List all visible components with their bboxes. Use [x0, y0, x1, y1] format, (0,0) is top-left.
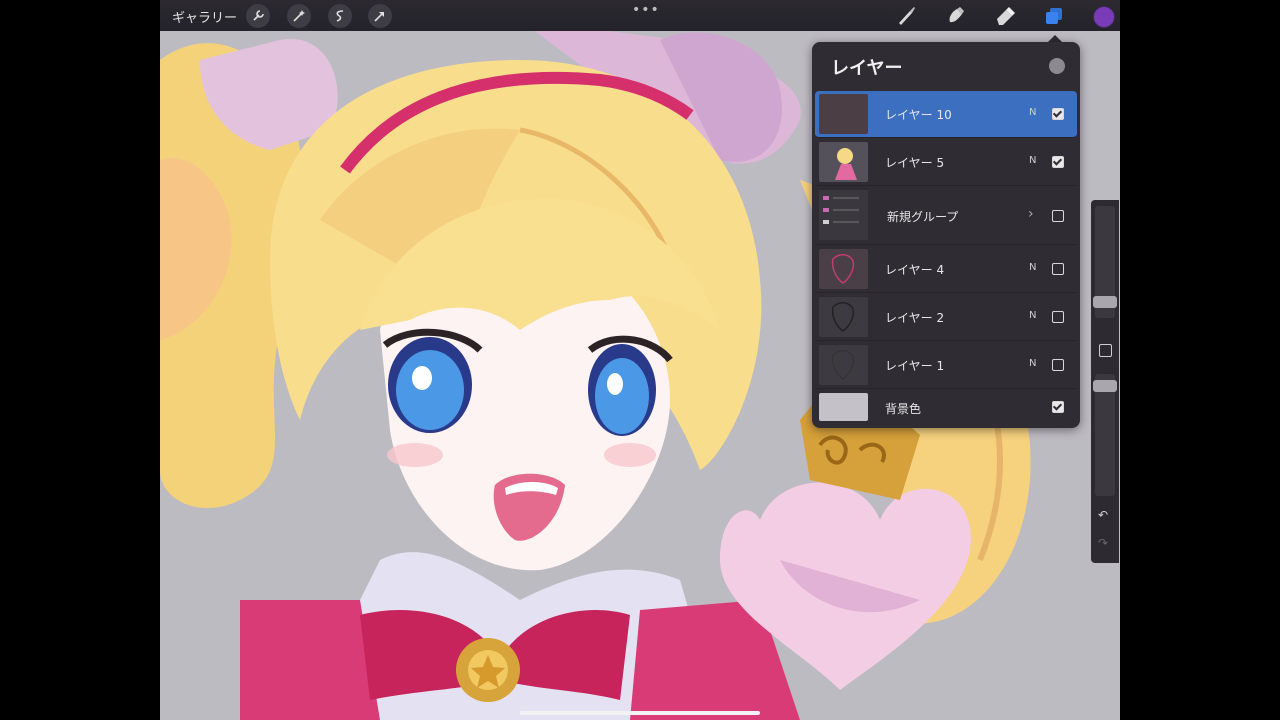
opacity-slider[interactable] — [1093, 374, 1117, 496]
home-indicator[interactable] — [520, 711, 760, 715]
gallery-button[interactable]: ギャラリー — [172, 7, 237, 26]
layer-visibility-checkbox[interactable] — [1052, 156, 1064, 168]
layer-visibility-checkbox[interactable] — [1052, 108, 1064, 120]
layer-row-10[interactable]: レイヤー 10 N — [815, 91, 1077, 138]
background-color-row[interactable]: 背景色 — [815, 390, 1077, 424]
app-window: ギャラリー ••• レイヤー レイヤー 10 N レイヤー 5 N 新規グループ… — [0, 0, 1280, 720]
color-picker-button[interactable] — [1093, 6, 1115, 28]
layers-icon[interactable] — [1043, 5, 1065, 27]
procreate-screen: ギャラリー ••• レイヤー レイヤー 10 N レイヤー 5 N 新規グループ… — [160, 0, 1120, 720]
eraser-icon[interactable] — [994, 5, 1016, 27]
layer-name: レイヤー 10 — [885, 108, 952, 122]
group-thumbnail — [819, 190, 868, 240]
brush-size-slider[interactable] — [1093, 206, 1117, 318]
smudge-icon[interactable] — [945, 5, 967, 27]
chevron-right-icon[interactable]: › — [1028, 206, 1034, 222]
layer-visibility-checkbox[interactable] — [1052, 359, 1064, 371]
layer-name: 背景色 — [885, 402, 922, 416]
layer-name: レイヤー 1 — [885, 359, 945, 373]
opacity-knob[interactable] — [1093, 380, 1117, 392]
more-options-icon[interactable]: ••• — [632, 2, 660, 18]
blend-mode-label[interactable]: N — [1029, 262, 1036, 273]
modify-button[interactable] — [1099, 344, 1112, 357]
top-toolbar: ギャラリー ••• — [160, 0, 1120, 31]
layer-name: レイヤー 2 — [885, 311, 945, 325]
layer-name: レイヤー 5 — [885, 156, 945, 170]
layer-visibility-checkbox[interactable] — [1052, 311, 1064, 323]
undo-icon[interactable]: ↶ — [1098, 508, 1108, 522]
blend-mode-label[interactable]: N — [1029, 107, 1036, 118]
blend-mode-label[interactable]: N — [1029, 155, 1036, 166]
add-layer-icon[interactable] — [1049, 58, 1065, 74]
background-color-thumbnail — [819, 393, 868, 421]
group-name: 新規グループ — [887, 210, 959, 224]
layers-panel-title: レイヤー — [831, 58, 903, 79]
layer-visibility-checkbox[interactable] — [1052, 401, 1064, 413]
layer-thumbnail — [819, 297, 868, 337]
transform-arrow-icon[interactable] — [368, 4, 392, 28]
layer-thumbnail — [819, 249, 868, 289]
blend-mode-label[interactable]: N — [1029, 358, 1036, 369]
layer-group-row[interactable]: 新規グループ › — [815, 187, 1077, 245]
layer-row-1[interactable]: レイヤー 1 N — [815, 342, 1077, 389]
layer-name: レイヤー 4 — [885, 263, 945, 277]
layer-row-5[interactable]: レイヤー 5 N — [815, 139, 1077, 186]
layer-row-4[interactable]: レイヤー 4 N — [815, 246, 1077, 293]
layer-thumbnail — [819, 345, 868, 385]
selection-icon[interactable] — [328, 4, 352, 28]
magic-wand-icon[interactable] — [287, 4, 311, 28]
layer-visibility-checkbox[interactable] — [1052, 263, 1064, 275]
redo-icon[interactable]: ↷ — [1098, 536, 1108, 550]
wrench-icon[interactable] — [246, 4, 270, 28]
layer-row-2[interactable]: レイヤー 2 N — [815, 294, 1077, 341]
layers-panel: レイヤー レイヤー 10 N レイヤー 5 N 新規グループ › レイヤー 4 … — [812, 42, 1080, 428]
blend-mode-label[interactable]: N — [1029, 310, 1036, 321]
layer-visibility-checkbox[interactable] — [1052, 210, 1064, 222]
layer-thumbnail — [819, 94, 868, 134]
layer-thumbnail — [819, 142, 868, 182]
brush-icon[interactable] — [895, 5, 917, 27]
side-toolbar: ↶ ↷ — [1091, 200, 1119, 563]
brush-size-knob[interactable] — [1093, 296, 1117, 308]
